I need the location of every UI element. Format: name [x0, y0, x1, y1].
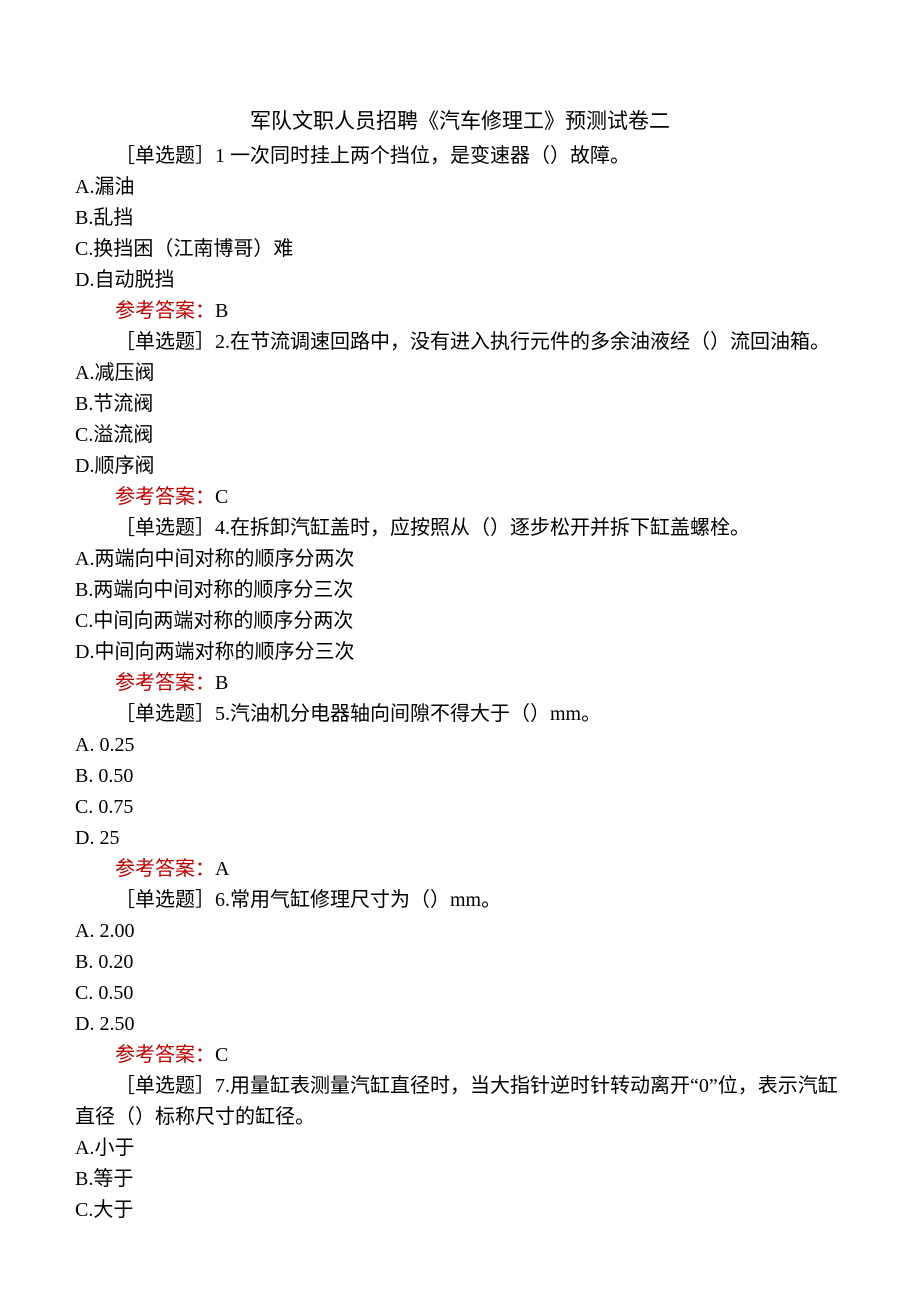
question-stem: ［单选题］6.常用气缸修理尺寸为（）mm。	[75, 885, 845, 916]
answer-line: 参考答案：C	[75, 1040, 845, 1071]
question-stem: ［单选题］5.汽油机分电器轴向间隙不得大于（）mm。	[75, 699, 845, 730]
question-option: B.乱挡	[75, 203, 845, 234]
question-option: D.顺序阀	[75, 451, 845, 482]
answer-label: 参考答案：	[115, 486, 215, 508]
question-option: A. 2.00	[75, 916, 845, 947]
question-option: B.节流阀	[75, 389, 845, 420]
question-option: B. 0.50	[75, 761, 845, 792]
question-option: D.中间向两端对称的顺序分三次	[75, 637, 845, 668]
question-option: B. 0.20	[75, 947, 845, 978]
question-option: C. 0.75	[75, 792, 845, 823]
question-stem: ［单选题］7.用量缸表测量汽缸直径时，当大指针逆时针转动离开“0”位，表示汽缸直…	[75, 1071, 845, 1133]
question-option: C.换挡困（江南博哥）难	[75, 234, 845, 265]
question-option: D. 25	[75, 823, 845, 854]
question-option: B.等于	[75, 1164, 845, 1195]
question-option: C.大于	[75, 1195, 845, 1226]
question-stem: ［单选题］2.在节流调速回路中，没有进入执行元件的多余油液经（）流回油箱。	[75, 327, 845, 358]
question-option: A.小于	[75, 1133, 845, 1164]
question-option: A.漏油	[75, 172, 845, 203]
question-option: C.溢流阀	[75, 420, 845, 451]
question-option: A.减压阀	[75, 358, 845, 389]
answer-value: A	[215, 858, 229, 880]
answer-line: 参考答案：A	[75, 854, 845, 885]
answer-value: C	[215, 1044, 228, 1066]
question-option: A.两端向中间对称的顺序分两次	[75, 544, 845, 575]
answer-line: 参考答案：C	[75, 482, 845, 513]
question-stem: ［单选题］1 一次同时挂上两个挡位，是变速器（）故障。	[75, 141, 845, 172]
document-title: 军队文职人员招聘《汽车修理工》预测试卷二	[75, 105, 845, 138]
answer-value: C	[215, 486, 228, 508]
answer-label: 参考答案：	[115, 1044, 215, 1066]
document-content: ［单选题］1 一次同时挂上两个挡位，是变速器（）故障。 A.漏油 B.乱挡 C.…	[75, 141, 845, 1226]
question-option: A. 0.25	[75, 730, 845, 761]
question-option: C.中间向两端对称的顺序分两次	[75, 606, 845, 637]
answer-value: B	[215, 300, 228, 322]
answer-label: 参考答案：	[115, 858, 215, 880]
answer-line: 参考答案：B	[75, 668, 845, 699]
question-option: D.自动脱挡	[75, 265, 845, 296]
question-stem: ［单选题］4.在拆卸汽缸盖时，应按照从（）逐步松开并拆下缸盖螺栓。	[75, 513, 845, 544]
question-option: C. 0.50	[75, 978, 845, 1009]
question-option: B.两端向中间对称的顺序分三次	[75, 575, 845, 606]
answer-label: 参考答案：	[115, 300, 215, 322]
answer-label: 参考答案：	[115, 672, 215, 694]
answer-line: 参考答案：B	[75, 296, 845, 327]
question-option: D. 2.50	[75, 1009, 845, 1040]
answer-value: B	[215, 672, 228, 694]
